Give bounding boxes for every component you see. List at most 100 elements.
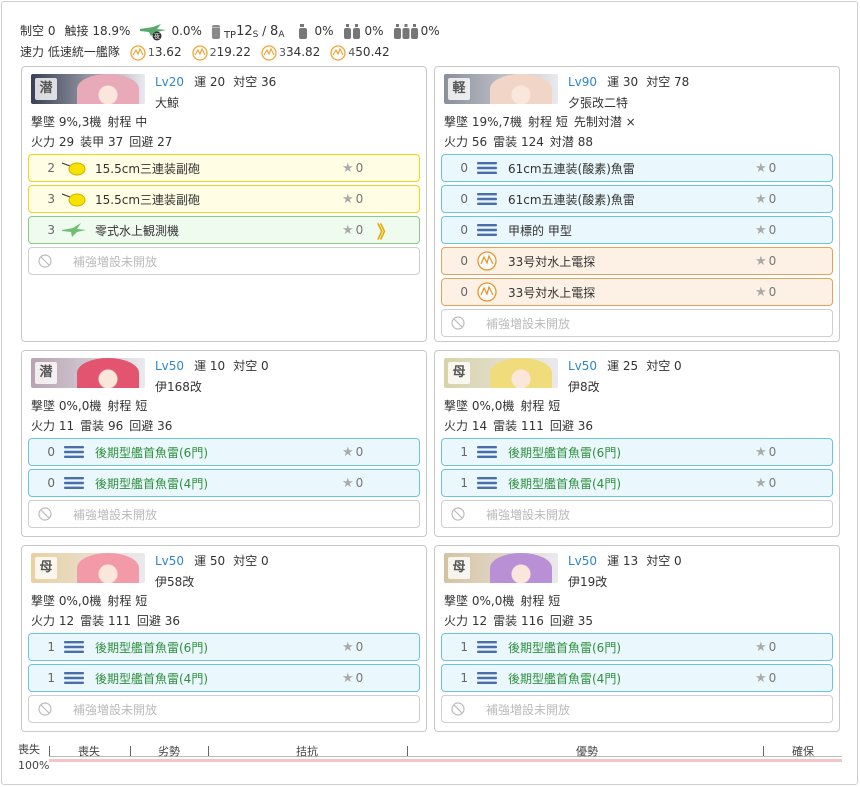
evasion-label: 回避 (129, 135, 154, 149)
los-icon (261, 44, 277, 61)
equip-name: 後期型艦首魚雷(6門) (95, 445, 208, 460)
ship-range: 短 (548, 594, 561, 608)
equip-slot[interactable]: 1 後期型艦首魚雷(6門) ★ 0 (441, 438, 833, 466)
ship-banner[interactable]: 潜 (31, 358, 145, 388)
ship-banner[interactable]: 母 (444, 358, 558, 388)
ship-banner[interactable]: 潜 (31, 74, 145, 104)
tp-s-sub: S (252, 30, 259, 40)
improvement-value: 0 (768, 640, 777, 654)
star-icon: ★ (755, 160, 767, 176)
night-recon-icon: 夜 (139, 23, 167, 41)
ship-card: 母 Lv50 運 13 対空 0 伊19改 撃墜 0%,0機 射程 短火力 12 雷装 116… (434, 545, 840, 732)
air-state-seg-0: 喪失 (78, 745, 100, 758)
los-entry: 1 3.62 (130, 42, 182, 63)
locked-slot-icon (451, 507, 465, 521)
equip-count: 0 (460, 285, 468, 299)
ship-type-char: 潜 (35, 78, 57, 100)
torpedo-icon (474, 476, 500, 490)
ship-type-char: 母 (448, 557, 470, 579)
ship-name: 伊8改 (568, 380, 600, 394)
ship-level: Lv50 (155, 554, 185, 568)
reinforcement-slot[interactable]: 補強増設未開放 (28, 695, 420, 723)
range-label: 射程 (520, 594, 545, 608)
star-icon: ★ (342, 475, 354, 491)
torpedo-icon (61, 640, 87, 654)
equip-slot[interactable]: 0 後期型艦首魚雷(4門) ★ 0 (28, 469, 420, 497)
equip-slot[interactable]: 2 15.5cm三連装副砲 ★ 0 (28, 154, 420, 182)
star-icon: ★ (342, 639, 354, 655)
los-value: 50.42 (355, 45, 390, 59)
improvement-value: 0 (768, 161, 777, 175)
ship-aa: 0 (261, 554, 269, 568)
reinforcement-slot[interactable]: 補強増設未開放 (441, 695, 833, 723)
air-state-bar: 喪失 100% 喪失 劣勢 拮抗 優勢 確保 (18, 741, 844, 781)
ship-name: 夕張改二特 (568, 96, 629, 110)
ship-banner[interactable]: 母 (31, 553, 145, 583)
ship-air-line: 撃墜 0%,0機 射程 短 (444, 592, 566, 609)
equip-slot[interactable]: 1 後期型艦首魚雷(4門) ★ 0 (441, 469, 833, 497)
equip-count: 1 (47, 640, 55, 654)
ship-luck: 50 (209, 554, 226, 568)
ship-banner[interactable]: 母 (444, 553, 558, 583)
equip-slot[interactable]: 3 零式水上観測機 ★ 0 》 (28, 216, 420, 244)
equip-slot[interactable]: 0 61cm五連装(酸素)魚雷 ★ 0 (441, 185, 833, 213)
air-state-loss-value: 100% (18, 759, 50, 772)
equip-slot[interactable]: 0 甲標的 甲型 ★ 0 (441, 216, 833, 244)
equip-slot[interactable]: 1 後期型艦首魚雷(6門) ★ 0 (441, 633, 833, 661)
range-label: 射程 (107, 115, 132, 129)
equip-slot[interactable]: 3 15.5cm三連装副砲 ★ 0 (28, 185, 420, 213)
ship-aa: 0 (674, 359, 682, 373)
aa-label: 対空 (233, 359, 258, 373)
ship-firepower: 12 (471, 614, 488, 628)
ship-combat-line: 火力 56 雷装 124 対潜 88 (444, 133, 593, 150)
tp-a-sub: A (278, 30, 285, 40)
improvement-level: ★ 0 (755, 254, 776, 269)
equip-slot[interactable]: 0 後期型艦首魚雷(6門) ★ 0 (28, 438, 420, 466)
locked-slot-icon (451, 316, 465, 330)
air-state-loss-label: 喪失 (18, 743, 40, 756)
equip-name: 甲標的 甲型 (508, 223, 572, 238)
equip-slot[interactable]: 1 後期型艦首魚雷(4門) ★ 0 (28, 664, 420, 692)
los-list: 1 3.62 2 19.22 3 34.82 4 50.42 (130, 42, 400, 63)
firepower-label: 火力 (31, 135, 56, 149)
reinforcement-slot[interactable]: 補強増設未開放 (28, 500, 420, 528)
ship-level: Lv50 (155, 359, 185, 373)
air-state-seg-2: 拮抗 (296, 745, 318, 758)
star-icon: ★ (755, 284, 767, 300)
equip-slot[interactable]: 0 61cm五連装(酸素)魚雷 ★ 0 (441, 154, 833, 182)
los-icon (130, 44, 146, 61)
luck-label: 運 (194, 75, 207, 89)
star-icon: ★ (755, 222, 767, 238)
equip-slot[interactable]: 1 後期型艦首魚雷(6門) ★ 0 (28, 633, 420, 661)
equip-name: 零式水上観測機 (95, 223, 180, 238)
ship-banner[interactable]: 軽 (444, 74, 558, 104)
ship-level: Lv50 (568, 554, 598, 568)
evasion-label: 回避 (129, 419, 154, 433)
equip-count: 1 (460, 445, 468, 459)
ship-range: 短 (548, 399, 561, 413)
ship-luck: 13 (622, 554, 639, 568)
ship-card: 母 Lv50 運 25 対空 0 伊8改 撃墜 0%,0機 射程 短火力 14 雷装 111 回… (434, 350, 840, 537)
ship-level: Lv50 (568, 359, 598, 373)
evasion-label: 回避 (136, 614, 161, 628)
tp-s-value: 12 (236, 24, 253, 39)
reinforcement-slot[interactable]: 補強増設未開放 (28, 247, 420, 275)
air-state-seg-1: 劣勢 (158, 745, 180, 758)
improvement-level: ★ 0 (342, 192, 363, 207)
reinforcement-slot[interactable]: 補強増設未開放 (441, 500, 833, 528)
aa-label: 対空 (233, 554, 258, 568)
equip-slot[interactable]: 0 33号対水上電探 ★ 0 (441, 278, 833, 306)
reinforcement-slot[interactable]: 補強増設未開放 (441, 309, 833, 337)
ship-second-stat: 111 (520, 419, 544, 433)
equip-slot[interactable]: 1 後期型艦首魚雷(4門) ★ 0 (441, 664, 833, 692)
speed-label: 速力 (20, 45, 45, 59)
ship-second-stat: 96 (107, 419, 124, 433)
ship-portrait (77, 553, 139, 583)
firepower-label: 火力 (444, 419, 469, 433)
equip-count: 0 (460, 161, 468, 175)
ship-stats-line: Lv50 運 50 対空 0 (155, 552, 269, 569)
range-label: 射程 (107, 399, 132, 413)
drum-value-2: 0% (364, 24, 384, 38)
equip-slot[interactable]: 0 33号対水上電探 ★ 0 (441, 247, 833, 275)
ship-card: 母 Lv50 運 50 対空 0 伊58改 撃墜 0%,0機 射程 短火力 12 雷装 111… (21, 545, 427, 732)
